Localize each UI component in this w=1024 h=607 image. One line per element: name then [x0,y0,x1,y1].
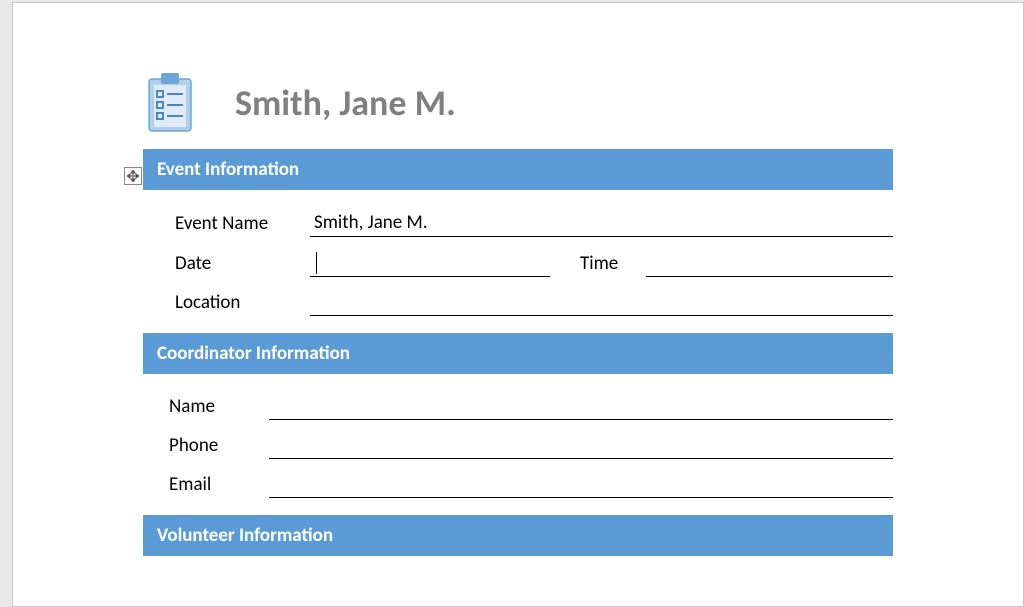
document-title[interactable]: Smith, Jane M. [235,81,456,125]
label-time: Time [550,252,632,277]
row-event-name: Event Name Smith, Jane M. [143,204,893,244]
text-cursor [316,252,317,274]
row-email: Email [143,466,893,505]
field-time[interactable] [646,252,893,277]
row-phone: Phone [143,427,893,466]
form-table: Event Information Event Name Smith, Jane… [143,149,893,556]
field-event-name[interactable]: Smith, Jane M. [310,211,893,237]
field-location[interactable] [310,291,893,316]
document-header: Smith, Jane M. [143,73,1023,133]
field-date[interactable] [310,251,550,277]
field-phone[interactable] [269,434,893,459]
label-event-name: Event Name [175,212,310,237]
section-header-event: Event Information [143,149,893,190]
label-location: Location [175,291,310,316]
document-page: Smith, Jane M. Event Information Event N [12,2,1024,607]
table-move-handle[interactable] [124,167,142,185]
field-email[interactable] [269,473,893,498]
section-body-coordinator: Name Phone Email [143,374,893,515]
label-name: Name [169,395,269,420]
section-body-event: Event Name Smith, Jane M. Date Time Loca… [143,190,893,333]
label-email: Email [169,473,269,498]
section-header-coordinator: Coordinator Information [143,333,893,374]
page-content: Smith, Jane M. Event Information Event N [13,3,1023,556]
clipboard-icon [143,73,197,133]
label-phone: Phone [169,434,269,459]
row-name: Name [143,388,893,427]
section-header-volunteer: Volunteer Information [143,515,893,556]
row-date-time: Date Time [143,244,893,284]
field-name[interactable] [269,395,893,420]
row-location: Location [143,284,893,323]
label-date: Date [175,252,310,277]
